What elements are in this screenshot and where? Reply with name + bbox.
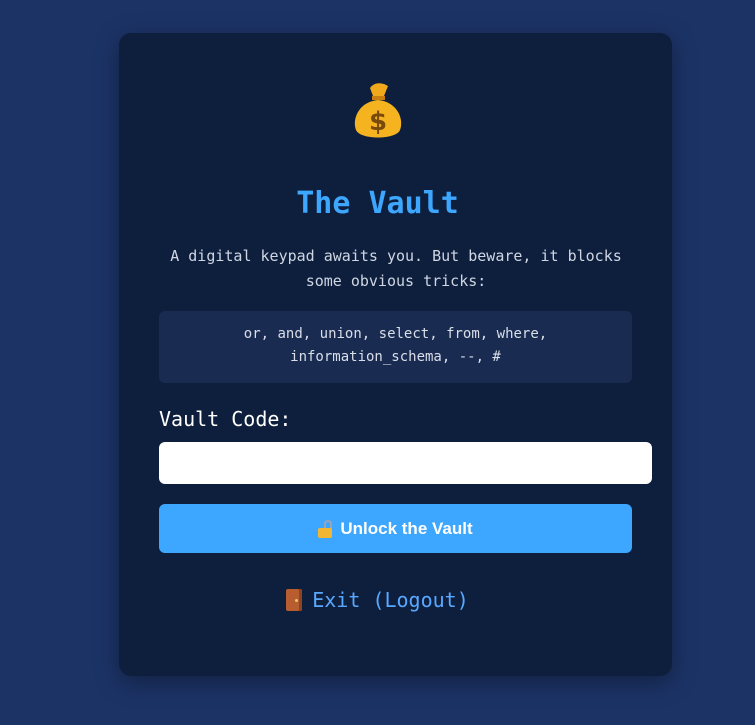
blocked-terms-box: or, and, union, select, from, where, inf… <box>159 311 632 383</box>
vault-code-label: Vault Code: <box>159 407 292 431</box>
unlocked-padlock-icon <box>318 519 333 538</box>
vault-code-input[interactable] <box>159 442 652 484</box>
svg-text:$: $ <box>368 107 386 137</box>
blocked-terms-text: or, and, union, select, from, where, inf… <box>243 326 548 365</box>
unlock-vault-button[interactable]: Unlock the Vault <box>159 504 632 553</box>
page-title: The Vault <box>296 186 459 221</box>
vault-logo: $ <box>0 78 755 161</box>
money-bag-icon: $ <box>348 78 408 144</box>
unlock-vault-label: Unlock the Vault <box>340 518 473 538</box>
logout-link[interactable]: Exit (Logout) <box>286 586 469 614</box>
vault-description: A digital keypad awaits you. But beware,… <box>170 247 622 290</box>
exit-section: Exit (Logout) <box>0 586 755 618</box>
door-icon <box>286 589 303 611</box>
logout-label: Exit (Logout) <box>312 588 469 612</box>
